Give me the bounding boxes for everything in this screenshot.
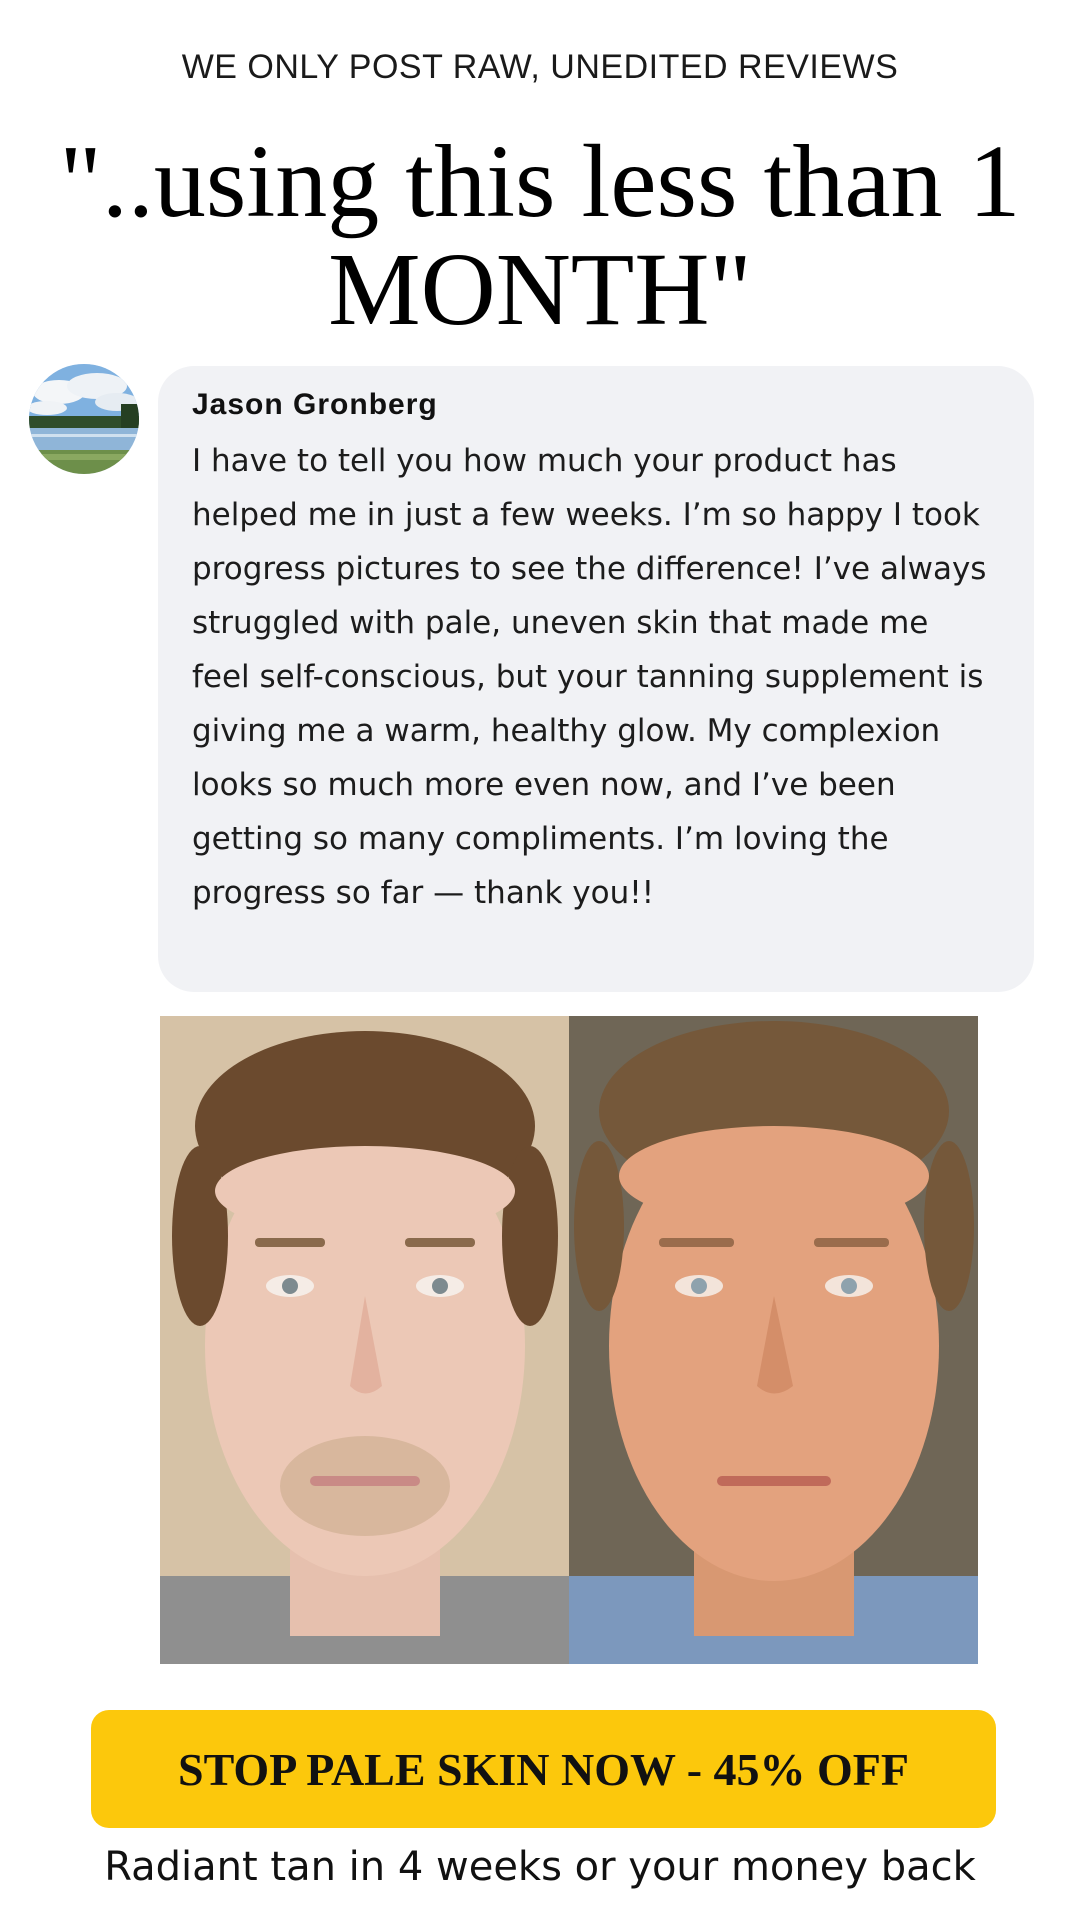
review-bubble: Jason Gronberg I have to tell you how mu… <box>158 366 1034 992</box>
cta-button[interactable]: STOP PALE SKIN NOW - 45% OFF <box>91 1710 996 1828</box>
reviewer-name: Jason Gronberg <box>192 388 438 421</box>
after-photo <box>569 1016 978 1664</box>
lake-landscape-avatar <box>29 364 139 474</box>
before-after-photos <box>160 1016 978 1664</box>
money-back-guarantee: Radiant tan in 4 weeks or your money bac… <box>104 1844 976 1890</box>
eyebrow-text: WE ONLY POST RAW, UNEDITED REVIEWS <box>181 48 899 86</box>
review-text: I have to tell you how much your product… <box>192 443 987 911</box>
before-photo <box>160 1016 569 1664</box>
headline: "..using this less than 1 MONTH" <box>59 124 1021 347</box>
reviewer-avatar <box>29 364 139 474</box>
